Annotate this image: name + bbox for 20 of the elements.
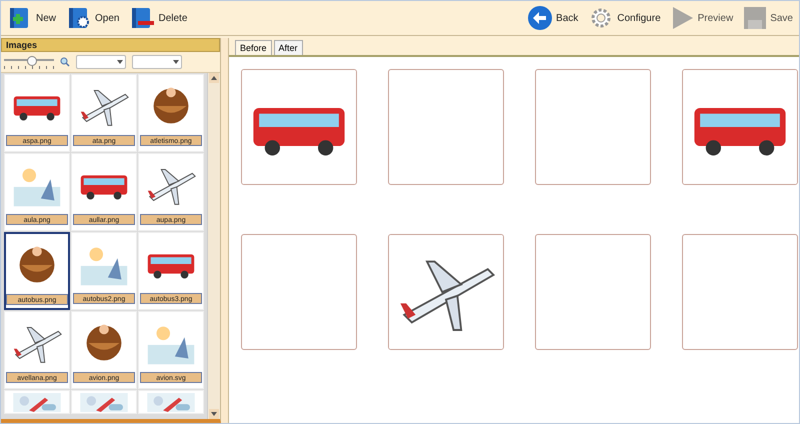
delete-button[interactable]: Delete: [127, 5, 190, 31]
panel-title: Images: [1, 38, 220, 52]
book-minus-icon: [129, 5, 156, 31]
configure-button[interactable]: Configure: [586, 5, 663, 31]
search-icon[interactable]: [60, 57, 70, 67]
back-button[interactable]: Back: [525, 5, 580, 31]
image-thumbnail[interactable]: [4, 390, 70, 414]
caret-icon: [173, 60, 179, 64]
scrollbar[interactable]: [207, 73, 220, 419]
open-button[interactable]: Open: [64, 5, 122, 31]
caret-icon: [117, 60, 123, 64]
tab[interactable]: After: [274, 40, 303, 55]
scroll-up-icon[interactable]: [211, 76, 217, 80]
scroll-down-icon[interactable]: [211, 412, 217, 416]
tab[interactable]: Before: [235, 40, 272, 55]
zoom-slider[interactable]: [4, 55, 54, 69]
new-button[interactable]: New: [5, 5, 58, 31]
image-thumbnail[interactable]: [71, 390, 137, 414]
play-icon: [670, 5, 695, 31]
image-thumbnail[interactable]: [138, 390, 204, 414]
